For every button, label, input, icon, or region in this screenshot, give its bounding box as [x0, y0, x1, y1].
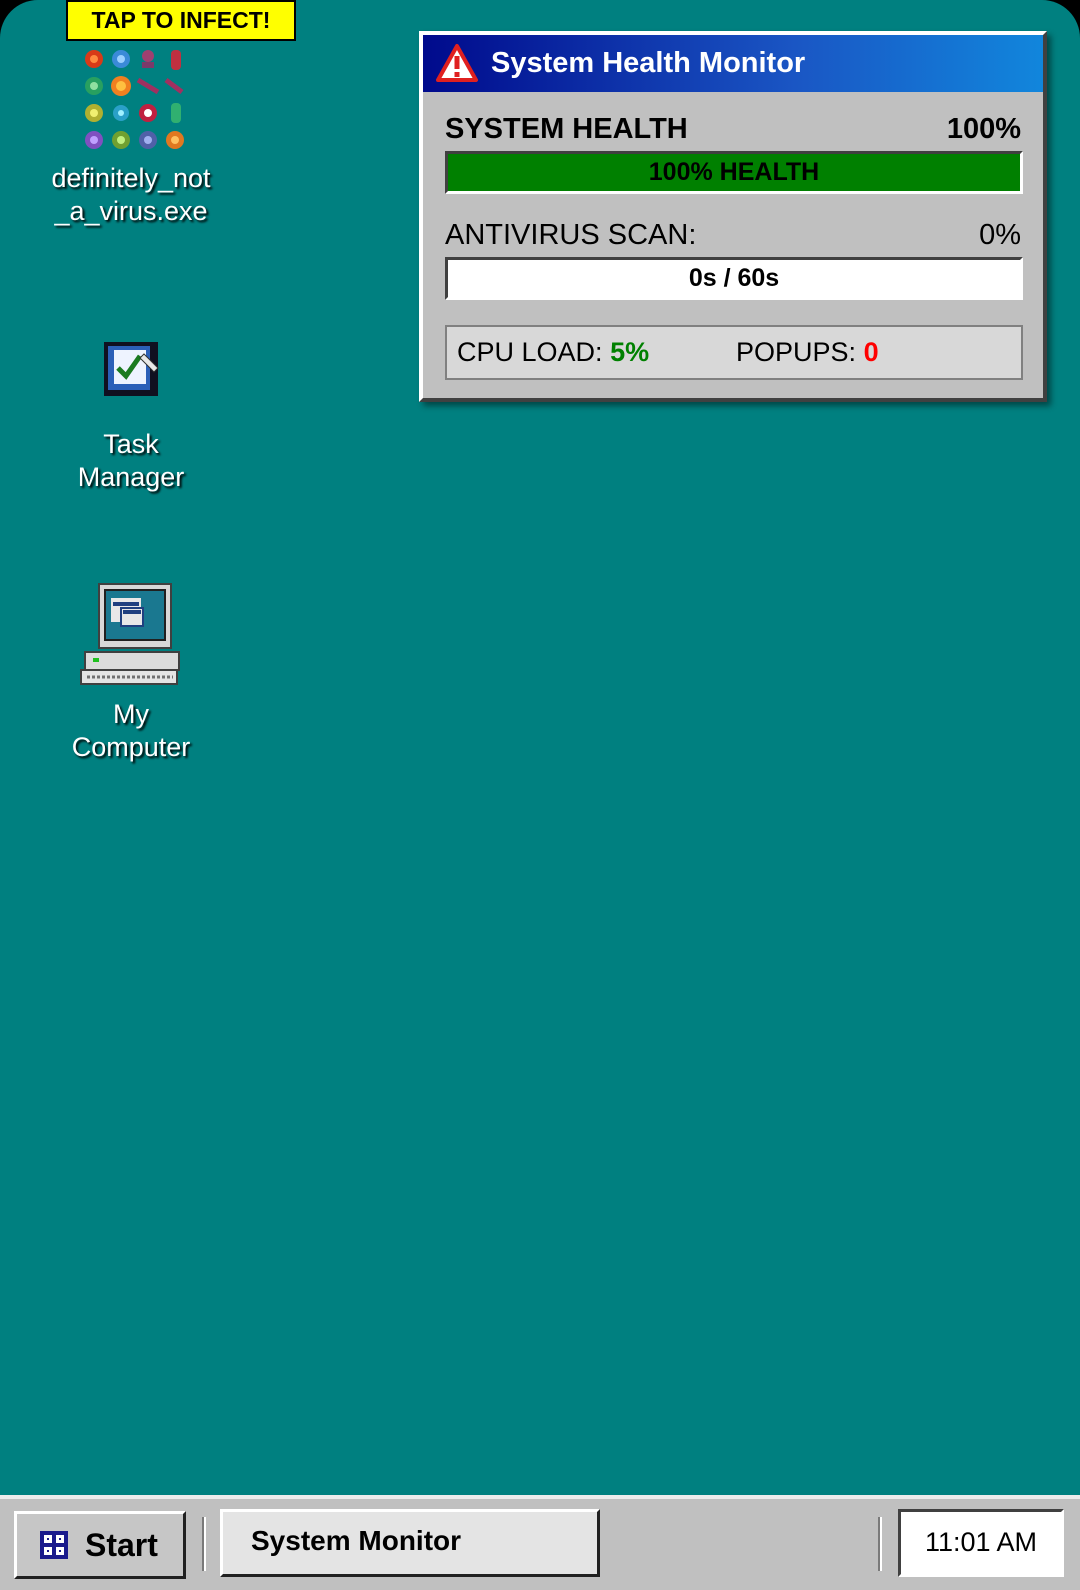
desktop: TAP TO INFECT! definitely_not _a_virus.e… [0, 0, 1080, 1590]
window-title: System Health Monitor [491, 47, 806, 79]
label-line: _a_virus.exe [54, 196, 208, 226]
scan-bar: 0s / 60s [445, 257, 1023, 300]
cpu-load-label: CPU LOAD: [457, 337, 603, 367]
windows-grid-icon [40, 1531, 68, 1559]
clock-text: 11:01 AM [924, 1527, 1038, 1557]
label-line: Computer [71, 732, 191, 762]
antivirus-scan-value: 0% [979, 219, 1021, 251]
system-health-label: SYSTEM HEALTH [445, 113, 688, 145]
system-health-monitor-window: System Health Monitor SYSTEM HEALTH 100%… [419, 31, 1047, 402]
task-manager-icon [104, 342, 159, 396]
taskbar-item-system-monitor[interactable]: System Monitor [220, 1509, 600, 1577]
stats-panel: CPU LOAD: 5% POPUPS: 0 [445, 325, 1023, 380]
taskbar: Start System Monitor 11:01 AM [0, 1495, 1080, 1590]
cpu-load-stat: CPU LOAD: 5% [457, 327, 649, 378]
computer-icon [80, 583, 180, 685]
taskbar-separator [202, 1517, 206, 1571]
window-titlebar[interactable]: System Health Monitor [423, 35, 1043, 92]
taskbar-separator [878, 1517, 882, 1571]
virus-cluster-icon [85, 50, 184, 149]
warning-icon [436, 44, 478, 82]
popups-label: POPUPS: [736, 337, 857, 367]
start-label: Start [85, 1527, 158, 1563]
scan-bar-text: 0s / 60s [688, 264, 780, 292]
desktop-icon-label: Task Manager [36, 428, 226, 494]
system-clock[interactable]: 11:01 AM [898, 1509, 1064, 1577]
label-line: My [113, 699, 149, 729]
tap-to-infect-badge[interactable]: TAP TO INFECT! [66, 0, 296, 41]
antivirus-scan-label: ANTIVIRUS SCAN: [445, 219, 697, 251]
desktop-icon-my-computer[interactable]: My Computer [36, 582, 226, 764]
desktop-icon-label: My Computer [36, 698, 226, 764]
system-health-value: 100% [946, 113, 1021, 145]
label-line: definitely_not [51, 163, 211, 193]
desktop-icon-virus[interactable]: definitely_not _a_virus.exe [36, 46, 226, 228]
popups-value: 0 [863, 337, 879, 367]
cpu-load-value: 5% [610, 337, 650, 367]
popups-stat: POPUPS: 0 [736, 327, 879, 378]
desktop-icon-label: definitely_not _a_virus.exe [36, 162, 226, 228]
start-button[interactable]: Start [14, 1511, 186, 1579]
taskbar-item-label: System Monitor [251, 1525, 462, 1556]
health-bar: 100% HEALTH [445, 151, 1023, 194]
label-line: Task [103, 429, 159, 459]
health-bar-text: 100% HEALTH [648, 158, 820, 186]
label-line: Manager [77, 462, 185, 492]
desktop-icon-task-manager[interactable]: Task Manager [36, 338, 226, 494]
